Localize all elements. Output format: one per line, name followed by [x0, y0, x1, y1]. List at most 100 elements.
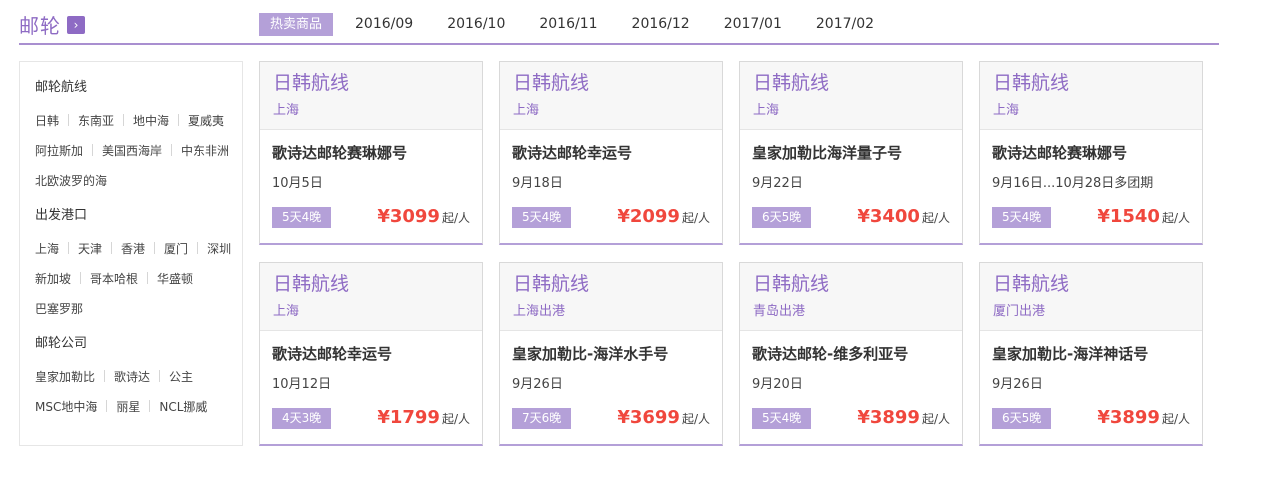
company-link[interactable]: MSC地中海: [35, 398, 97, 415]
tab-2016-11[interactable]: 2016/11: [527, 13, 609, 36]
port-link[interactable]: 厦门: [164, 240, 188, 257]
ports-title: 出发港口: [35, 208, 88, 223]
card-port: 上海: [993, 103, 1020, 118]
port-link[interactable]: 哥本哈根: [90, 270, 138, 287]
price-value: ¥1799: [377, 407, 440, 428]
tab-2016-09[interactable]: 2016/09: [343, 13, 425, 36]
month-tabs: 热卖商品 2016/09 2016/10 2016/11 2016/12 201…: [259, 13, 896, 36]
tab-hot[interactable]: 热卖商品: [259, 13, 334, 36]
card-port: 上海: [753, 103, 780, 118]
card-price: ¥3400 起/人: [857, 206, 950, 227]
routes-section: 邮轮航线 日韩 东南亚 地中海 夏威夷 阿拉斯加 美国西海岸 中东非洲 北欧波罗…: [35, 78, 242, 195]
card-price: ¥3099 起/人: [377, 206, 470, 227]
card-ship-name[interactable]: 皇家加勒比-海洋神话号: [992, 344, 1202, 364]
price-unit: 起/人: [1161, 211, 1190, 225]
product-card[interactable]: 日韩航线 上海 歌诗达邮轮赛琳娜号 10月5日 5天4晚 ¥3099 起/人: [259, 61, 483, 245]
card-port: 上海: [273, 103, 300, 118]
divider: [104, 370, 106, 382]
route-link[interactable]: 中东非洲: [181, 142, 229, 159]
company-link[interactable]: 丽星: [116, 398, 140, 415]
card-date: 9月22日: [752, 176, 803, 191]
divider: [68, 242, 70, 254]
route-link[interactable]: 日韩: [35, 112, 59, 129]
route-link[interactable]: 东南亚: [78, 112, 114, 129]
card-body: 歌诗达邮轮赛琳娜号 9月16日...10月28日多团期 5天4晚 ¥1540 起/…: [980, 130, 1202, 244]
port-link[interactable]: 巴塞罗那: [35, 300, 83, 317]
tab-2017-01[interactable]: 2017/01: [712, 13, 794, 36]
product-card[interactable]: 日韩航线 厦门出港 皇家加勒比-海洋神话号 9月26日 6天5晚 ¥3899 起/…: [979, 262, 1203, 446]
card-ship-name[interactable]: 歌诗达邮轮幸运号: [272, 344, 482, 364]
card-price: ¥3699 起/人: [617, 407, 710, 428]
product-card[interactable]: 日韩航线 上海 歌诗达邮轮幸运号 10月12日 4天3晚 ¥1799 起/人: [259, 262, 483, 446]
duration-badge: 6天5晚: [992, 408, 1052, 429]
card-body: 歌诗达邮轮幸运号 10月12日 4天3晚 ¥1799 起/人: [260, 331, 482, 445]
divider: [149, 400, 151, 412]
companies-title: 邮轮公司: [35, 336, 88, 351]
company-link[interactable]: 皇家加勒比: [35, 368, 95, 385]
card-price: ¥2099 起/人: [617, 206, 710, 227]
port-link[interactable]: 深圳: [207, 240, 231, 257]
price-value: ¥3699: [617, 407, 680, 428]
card-ship-name[interactable]: 皇家加勒比-海洋水手号: [512, 344, 722, 364]
card-port: 上海出港: [513, 304, 566, 319]
product-card[interactable]: 日韩航线 上海出港 皇家加勒比-海洋水手号 9月26日 7天6晚 ¥3699 起/…: [499, 262, 723, 446]
tab-2017-02[interactable]: 2017/02: [804, 13, 886, 36]
card-header: 日韩航线 上海: [500, 62, 722, 130]
divider: [68, 114, 70, 126]
price-unit: 起/人: [441, 412, 470, 426]
card-port: 青岛出港: [753, 304, 806, 319]
port-link[interactable]: 天津: [78, 240, 102, 257]
duration-badge: 5天4晚: [992, 207, 1052, 228]
company-link[interactable]: 歌诗达: [114, 368, 150, 385]
product-card[interactable]: 日韩航线 上海 皇家加勒比海洋量子号 9月22日 6天5晚 ¥3400 起/人: [739, 61, 963, 245]
card-route: 日韩航线: [273, 72, 350, 94]
tab-2016-10[interactable]: 2016/10: [435, 13, 517, 36]
product-card[interactable]: 日韩航线 青岛出港 歌诗达邮轮-维多利亚号 9月20日 5天4晚 ¥3899 起/…: [739, 262, 963, 446]
divider: [92, 144, 94, 156]
product-card[interactable]: 日韩航线 上海 歌诗达邮轮幸运号 9月18日 5天4晚 ¥2099 起/人: [499, 61, 723, 245]
divider: [111, 242, 113, 254]
divider: [80, 272, 82, 284]
section-title[interactable]: 邮轮 ›: [19, 10, 85, 39]
port-link[interactable]: 上海: [35, 240, 59, 257]
card-ship-name[interactable]: 歌诗达邮轮赛琳娜号: [992, 143, 1202, 163]
route-link[interactable]: 北欧波罗的海: [35, 172, 107, 189]
card-price: ¥3899 起/人: [1097, 407, 1190, 428]
card-date: 9月26日: [992, 377, 1043, 392]
section-title-text[interactable]: 邮轮: [19, 10, 61, 39]
card-date: 9月20日: [752, 377, 803, 392]
divider: [123, 114, 125, 126]
port-link[interactable]: 新加坡: [35, 270, 71, 287]
product-card[interactable]: 日韩航线 上海 歌诗达邮轮赛琳娜号 9月16日...10月28日多团期 5天4晚…: [979, 61, 1203, 245]
card-header: 日韩航线 厦门出港: [980, 263, 1202, 331]
card-header: 日韩航线 上海出港: [500, 263, 722, 331]
tab-2016-12[interactable]: 2016/12: [620, 13, 702, 36]
price-unit: 起/人: [1161, 412, 1190, 426]
route-link[interactable]: 地中海: [133, 112, 169, 129]
card-date: 9月18日: [512, 176, 563, 191]
card-date: 10月5日: [272, 176, 323, 191]
port-link[interactable]: 香港: [121, 240, 145, 257]
company-link[interactable]: NCL挪威: [159, 398, 207, 415]
card-ship-name[interactable]: 歌诗达邮轮-维多利亚号: [752, 344, 962, 364]
route-link[interactable]: 夏威夷: [188, 112, 224, 129]
routes-row: 阿拉斯加 美国西海岸 中东非洲: [35, 135, 242, 165]
port-link[interactable]: 华盛顿: [157, 270, 193, 287]
price-value: ¥1540: [1097, 206, 1160, 227]
divider: [154, 242, 156, 254]
filter-sidebar: 邮轮航线 日韩 东南亚 地中海 夏威夷 阿拉斯加 美国西海岸 中东非洲 北欧波罗…: [19, 61, 243, 446]
chevron-right-icon[interactable]: ›: [67, 15, 85, 34]
card-ship-name[interactable]: 歌诗达邮轮赛琳娜号: [272, 143, 482, 163]
card-ship-name[interactable]: 歌诗达邮轮幸运号: [512, 143, 722, 163]
company-link[interactable]: 公主: [169, 368, 193, 385]
route-link[interactable]: 阿拉斯加: [35, 142, 83, 159]
card-date: 10月12日: [272, 377, 332, 392]
duration-badge: 5天4晚: [272, 207, 332, 228]
divider: [106, 400, 108, 412]
card-ship-name[interactable]: 皇家加勒比海洋量子号: [752, 143, 962, 163]
card-header: 日韩航线 上海: [260, 263, 482, 331]
duration-badge: 7天6晚: [512, 408, 572, 429]
route-link[interactable]: 美国西海岸: [102, 142, 162, 159]
card-body: 皇家加勒比-海洋神话号 9月26日 6天5晚 ¥3899 起/人: [980, 331, 1202, 445]
card-route: 日韩航线: [753, 273, 830, 295]
